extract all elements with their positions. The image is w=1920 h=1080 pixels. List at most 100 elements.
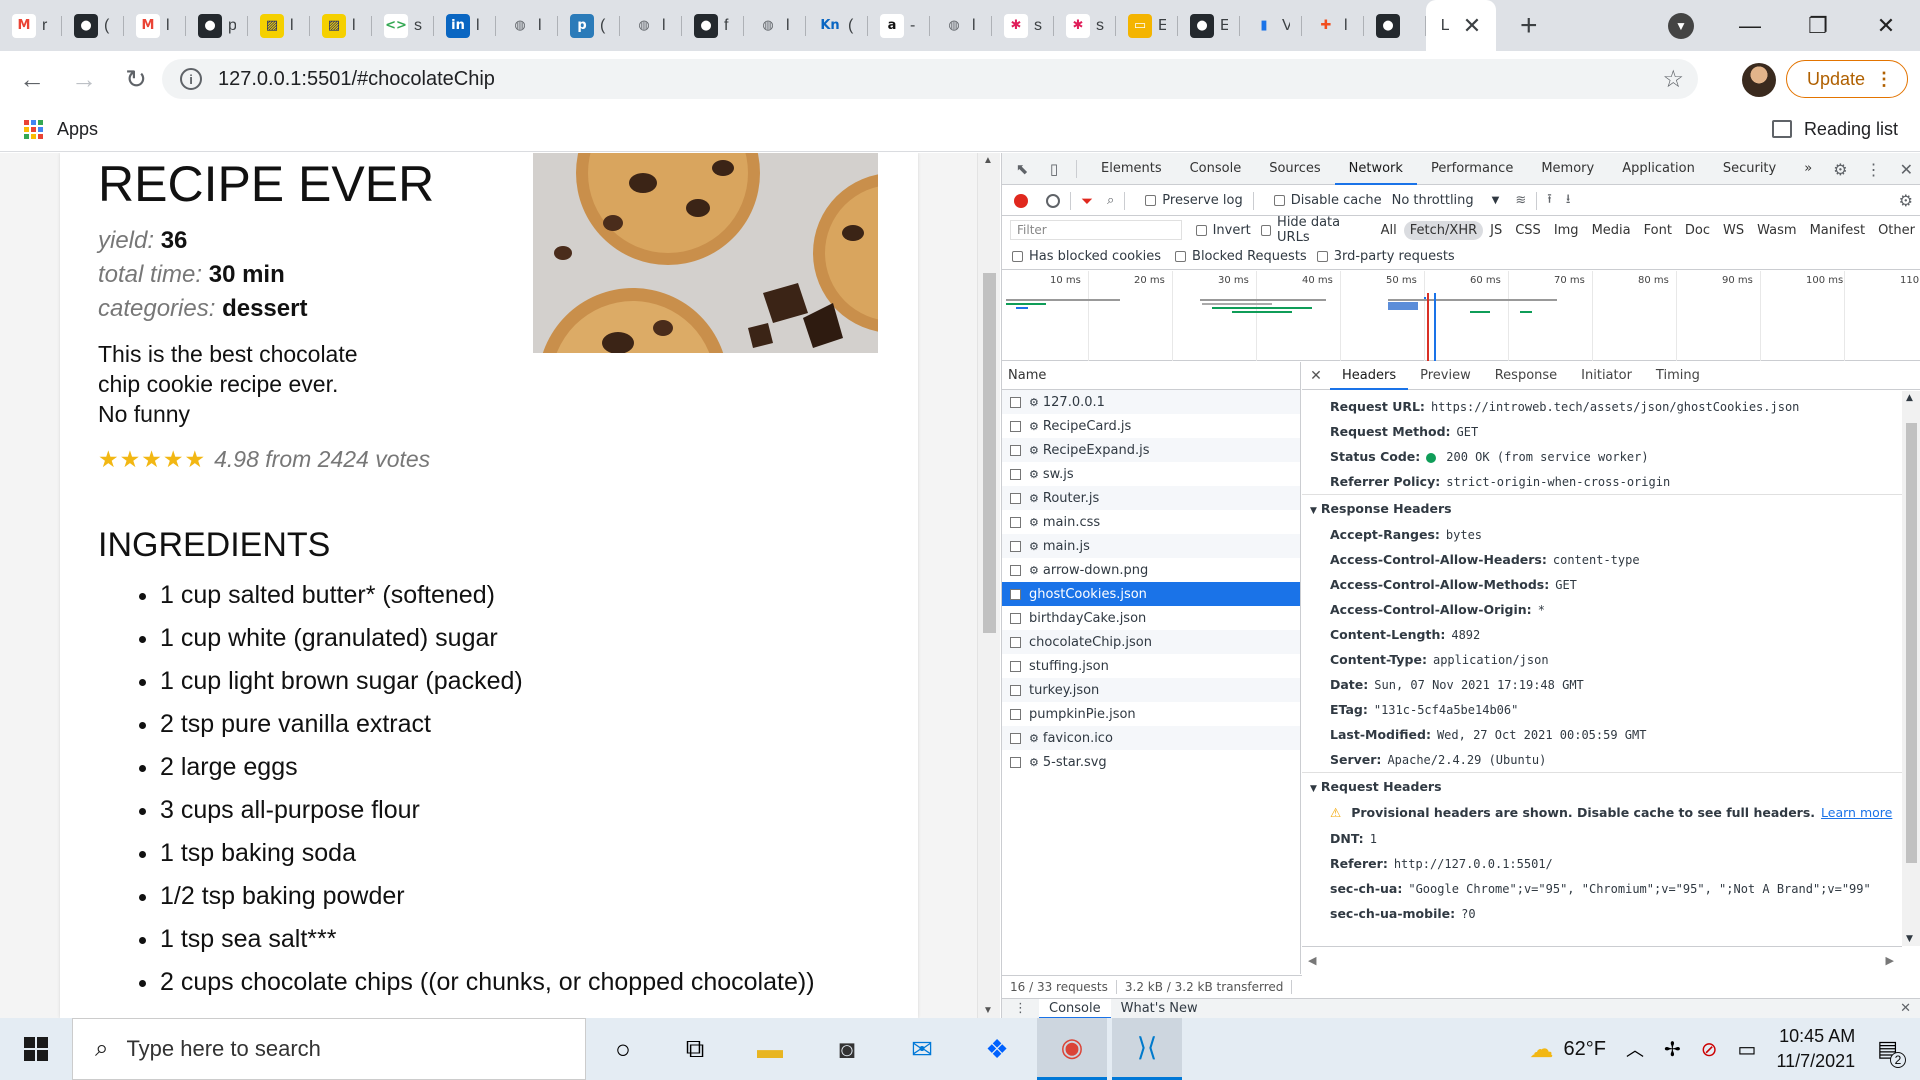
bookmark-star-icon[interactable]: ☆ [1662,65,1684,94]
profile-avatar[interactable] [1742,63,1776,97]
task-view-icon[interactable]: ⧉ [660,1018,730,1080]
export-har-icon[interactable]: ⭳ [1566,190,1571,212]
clear-icon[interactable] [1046,193,1060,208]
request-row[interactable]: ⚙ sw.js [1002,462,1300,486]
update-button[interactable]: Update ⋮ [1786,60,1908,98]
notifications-icon[interactable]: ▤ 2 [1877,1036,1906,1068]
scroll-down-icon[interactable]: ▼ [983,1005,993,1016]
apps-label[interactable]: Apps [57,119,98,140]
request-row[interactable]: ⚙ Router.js [1002,486,1300,510]
request-row[interactable]: turkey.json [1002,678,1300,702]
browser-tab[interactable]: ▨ l [310,0,372,51]
throttling-select[interactable]: No throttling ▼ [1392,193,1500,208]
request-row[interactable]: stuffing.json [1002,654,1300,678]
disable-cache-toggle[interactable]: Disable cache [1273,193,1382,208]
scroll-right-icon[interactable]: ▶ [1886,947,1894,975]
request-row[interactable]: ⚙ RecipeExpand.js [1002,438,1300,462]
type-filter-css[interactable]: CSS [1509,221,1547,240]
close-tab-icon[interactable]: ✕ [1463,13,1481,39]
browser-tab[interactable]: ✚ l [1302,0,1364,51]
settings-gear-icon[interactable]: ⚙ [1833,160,1847,179]
type-filter-js[interactable]: JS [1484,221,1508,240]
mail-icon[interactable]: ✉ [887,1018,957,1080]
apps-grid-icon[interactable] [24,119,43,139]
browser-tab[interactable]: ✱ s [992,0,1054,51]
reading-list-button[interactable]: Reading list [1771,119,1898,140]
detail-tab-response[interactable]: Response [1483,362,1569,390]
blocked-requests-toggle[interactable]: Blocked Requests [1175,249,1307,264]
invert-checkbox[interactable] [1195,224,1207,236]
type-filter-doc[interactable]: Doc [1679,221,1716,240]
detail-tab-headers[interactable]: Headers [1330,362,1409,390]
third-party-toggle[interactable]: 3rd-party requests [1316,249,1455,264]
devtools-tab-security[interactable]: Security [1709,153,1790,185]
scroll-up-icon[interactable]: ▲ [1906,393,1913,403]
page-scroll-thumb[interactable] [983,273,996,633]
restore-icon[interactable]: ❐ [1784,13,1852,39]
detail-scrollbar[interactable]: ▲ ▼ [1902,391,1920,946]
site-info-icon[interactable]: i [180,68,202,90]
temperature[interactable]: 62°F [1564,1038,1606,1061]
hide-data-urls-checkbox[interactable] [1260,224,1272,236]
close-detail-icon[interactable]: ✕ [1302,368,1330,384]
page-scrollbar[interactable]: ▲ ▼ [977,153,1000,1018]
request-row[interactable]: ⚙ main.css [1002,510,1300,534]
vscode-icon[interactable]: ⟩⟨ [1112,1018,1182,1080]
request-row[interactable]: ⚙ favicon.ico [1002,726,1300,750]
preserve-log-toggle[interactable]: Preserve log [1145,193,1243,208]
back-icon[interactable]: ← [12,64,52,95]
third-party-checkbox[interactable] [1316,251,1328,262]
detail-hscrollbar[interactable]: ◀ ▶ [1302,946,1902,974]
name-column-header[interactable]: Name [1002,362,1300,390]
type-filter-fetch-xhr[interactable]: Fetch/XHR [1403,220,1484,240]
drawer-menu-icon[interactable]: ⋮ [1002,1001,1039,1016]
preserve-log-checkbox[interactable] [1145,195,1157,206]
browser-tab[interactable]: ◍ l [930,0,992,51]
weather-icon[interactable]: ☁ [1530,1035,1554,1064]
browser-tab[interactable]: Ml [124,0,186,51]
type-filter-all[interactable]: All [1375,221,1403,240]
drawer-tab-whats-new[interactable]: What's New [1111,1001,1208,1016]
browser-tab[interactable]: ● p [186,0,248,51]
network-settings-icon[interactable]: ⚙ [1899,191,1913,210]
detail-scroll-thumb[interactable] [1906,423,1917,863]
new-tab-icon[interactable]: + [1520,9,1538,43]
scroll-left-icon[interactable]: ◀ [1308,954,1316,967]
devtools-tab-sources[interactable]: Sources [1255,153,1334,185]
close-devtools-icon[interactable]: ✕ [1900,160,1913,179]
more-tabs-icon[interactable]: » [1790,153,1826,185]
browser-tab[interactable]: Mr [0,0,62,51]
request-row[interactable]: ⚙ main.js [1002,534,1300,558]
network-icon[interactable]: ⊘ [1701,1037,1718,1062]
request-row[interactable]: ⚙ arrow-down.png [1002,558,1300,582]
devtools-tab-performance[interactable]: Performance [1417,153,1527,185]
request-headers-title[interactable]: ▼ Request Headers [1302,772,1902,800]
blocked-requests-checkbox[interactable] [1175,251,1187,262]
dropbox-icon[interactable]: ❖ [962,1018,1032,1080]
browser-tab[interactable]: ▮ V [1240,0,1302,51]
learn-more-link[interactable]: Learn more [1821,805,1892,820]
device-toolbar-icon[interactable]: ▯ [1042,160,1066,178]
devtools-tab-network[interactable]: Network [1334,153,1417,185]
scroll-down-icon[interactable]: ▼ [1906,934,1913,944]
browser-tab[interactable]: ✱ s [1054,0,1116,51]
detail-tab-initiator[interactable]: Initiator [1569,362,1644,390]
request-row[interactable]: ⚙ 5-star.svg [1002,750,1300,774]
close-window-icon[interactable]: ✕ [1852,13,1920,39]
browser-tab[interactable]: Kn ( [806,0,868,51]
forward-icon[interactable]: → [64,64,104,95]
scroll-up-icon[interactable]: ▲ [983,155,993,166]
detail-tab-preview[interactable]: Preview [1408,362,1483,390]
devtools-tab-elements[interactable]: Elements [1087,153,1176,185]
browser-tab[interactable]: in l [434,0,496,51]
devtools-tab-application[interactable]: Application [1608,153,1709,185]
drawer-tab-console[interactable]: Console [1039,998,1111,1018]
devtools-tab-memory[interactable]: Memory [1527,153,1608,185]
blocked-cookies-toggle[interactable]: Has blocked cookies [1012,249,1161,264]
type-filter-other[interactable]: Other [1872,221,1920,240]
request-row[interactable]: ⚙ RecipeCard.js [1002,414,1300,438]
windows-start-icon[interactable] [24,1037,48,1061]
request-row[interactable]: chocolateChip.json [1002,630,1300,654]
browser-tab[interactable]: ● f [682,0,744,51]
browser-tab[interactable]: a- [868,0,930,51]
